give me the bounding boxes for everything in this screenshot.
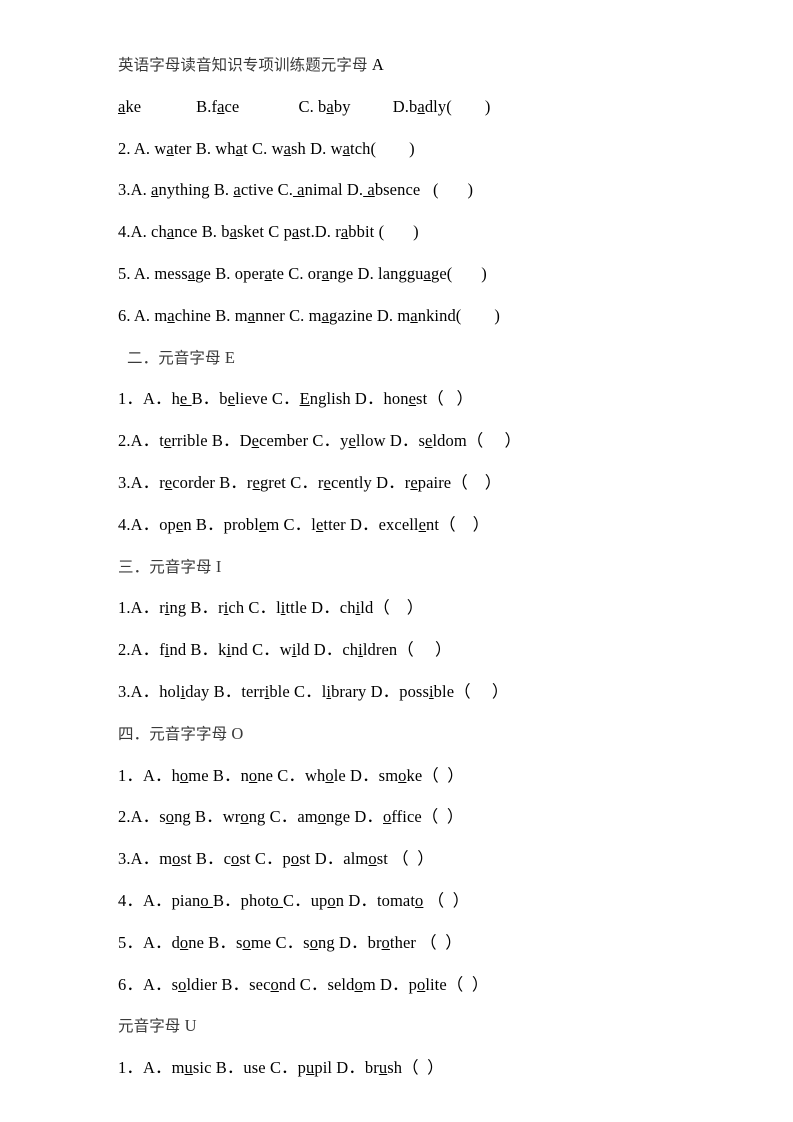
question-row: 4.A. chance B. basket C past.D. rabbit (… — [118, 222, 419, 242]
question-row: 1．A．music B．use C．pupil D．brush（ ） — [118, 1058, 444, 1078]
question-row: 5．A．done B．some C．song D．brother （ ） — [118, 932, 462, 952]
question-row: 1．A．he B．believe C．English D．honest（ ） — [118, 389, 474, 409]
document-body: 英语字母读音知识专项训练题元字母 A ake B.face C. baby D.… — [118, 44, 738, 1089]
question-row: 3.A．holiday B．terrible C．library D．possi… — [118, 681, 509, 701]
question-row: 2.A．find B．kind C．wild D．children（ ） — [118, 640, 452, 660]
question-row: ake B.face C. baby D.badly( ) — [118, 96, 491, 116]
question-row: 3.A．recorder B．regret C．recently D．repai… — [118, 472, 502, 492]
question-row: 1.A．ring B．rich C．little D．child（ ） — [118, 598, 424, 618]
section-heading-e: 二．元音字母 E — [127, 347, 236, 367]
question-row: 2. A. water B. what C. wash D. watch( ) — [118, 138, 415, 158]
question-row: 4.A．open B．problem C．letter D．excellent（… — [118, 514, 490, 534]
question-row: 3.A. anything B. active C. animal D. abs… — [118, 180, 474, 200]
question-row: 3.A．most B．cost C．post D．almost （ ） — [118, 849, 434, 869]
question-row: 2.A．terrible B．December C．yellow D．seldo… — [118, 431, 522, 451]
section-heading-u: 元音字母 U — [118, 1016, 197, 1036]
question-row: 2.A．song B．wrong C．amonge D．office（ ） — [118, 807, 464, 827]
section-heading-i: 三．元音字母 I — [118, 556, 222, 576]
document-title: 英语字母读音知识专项训练题元字母 A — [118, 55, 384, 74]
question-row: 5. A. message B. operate C. orange D. la… — [118, 263, 487, 283]
section-heading-o: 四．元音字字母 O — [118, 723, 244, 743]
question-row: 4．A．piano B．photo C．upon D．tomato （ ） — [118, 890, 470, 910]
question-row: 6. A. machine B. manner C. magazine D. m… — [118, 305, 501, 325]
document-page: 英语字母读音知识专项训练题元字母 A ake B.face C. baby D.… — [0, 0, 793, 1122]
question-row: 6．A．soldier B．second C．seldom D．polite（ … — [118, 974, 489, 994]
question-row: 1．A．home B．none C．whole D．smoke（ ） — [118, 765, 464, 785]
